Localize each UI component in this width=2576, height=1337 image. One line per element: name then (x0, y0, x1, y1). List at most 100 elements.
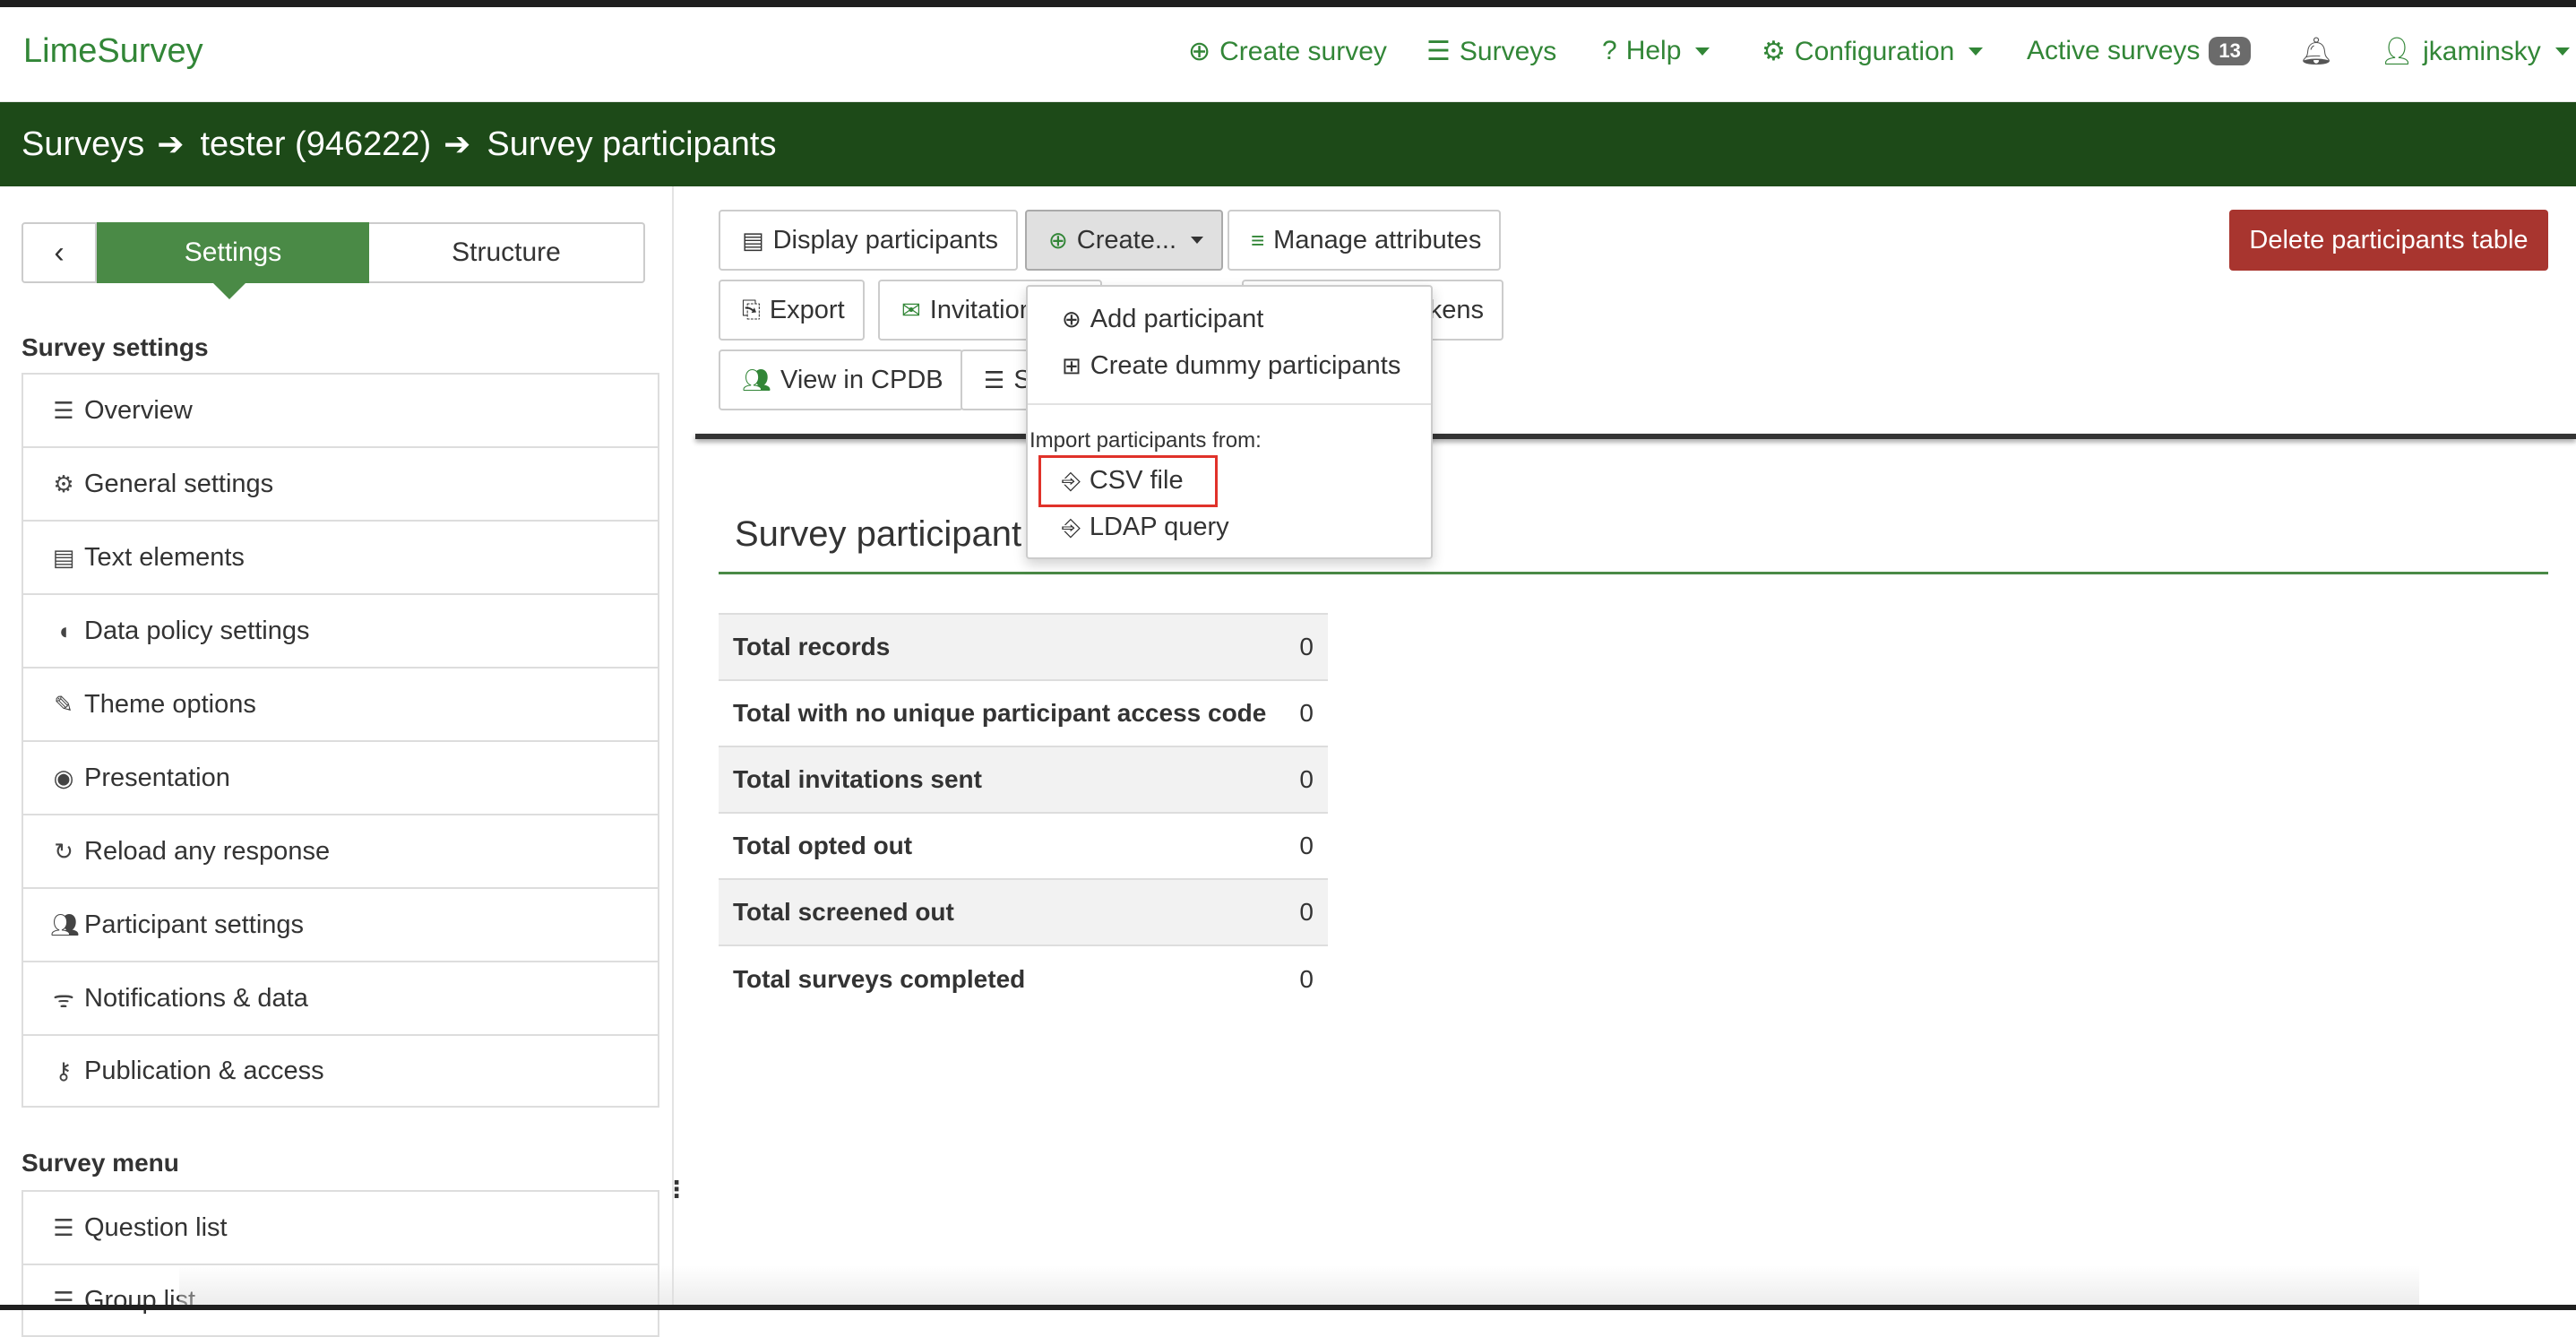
menu-item-import-ldap[interactable]: ⎆ LDAP query (1062, 513, 1229, 542)
nav-surveys-label: Surveys (1459, 36, 1557, 66)
row-value: 0 (1285, 679, 1328, 746)
sidebar-item-general-settings[interactable]: ⚙ General settings (22, 446, 659, 520)
sidebar-item-label: Text elements (84, 542, 245, 572)
sidebar-item-label: Data policy settings (84, 616, 310, 645)
nav-user-menu[interactable]: 👤︎ jkaminsky (2380, 36, 2570, 67)
delete-participants-table-button[interactable]: Delete participants table (2229, 210, 2548, 271)
sidebar: ‹ Settings Structure Survey settings ☰ Ov… (0, 186, 674, 1337)
nav-help[interactable]: ? Help (1602, 36, 1710, 66)
sidebar-item-overview[interactable]: ☰ Overview (22, 373, 659, 446)
window-bottom-strip (0, 1305, 2576, 1310)
row-label: Total screened out (719, 878, 1286, 945)
menu-item-create-dummy[interactable]: ⊞ Create dummy participants (1062, 351, 1400, 381)
sidebar-item-data-policy[interactable]: ◖ Data policy settings (22, 593, 659, 667)
display-participants-button[interactable]: ▤ Display participants (719, 210, 1019, 271)
sidebar-item-reload-response[interactable]: ↻ Reload any response (22, 814, 659, 887)
toolbar-divider (695, 434, 2576, 439)
tab-structure[interactable]: Structure (369, 222, 645, 283)
nav-configuration[interactable]: ⚙ Configuration (1762, 36, 1984, 67)
sidebar-item-question-list[interactable]: ☰ Question list (22, 1190, 659, 1264)
list-icon: ☰ (1426, 37, 1451, 66)
rss-icon: ᯤ (53, 986, 74, 1013)
menu-item-label: Create dummy participants (1090, 351, 1401, 380)
table-row: Total opted out 0 (719, 812, 1328, 879)
table-row: Total invitations sent 0 (719, 746, 1328, 813)
notifications-bell[interactable]: 🔔︎ (2299, 36, 2333, 67)
sidebar-item-presentation[interactable]: ◉ Presentation (22, 740, 659, 814)
tasks-icon: ≡ (1251, 226, 1265, 254)
survey-settings-list: ☰ Overview ⚙ General settings ▤ Text elemen… (22, 373, 659, 1108)
sidebar-item-label: Notifications & data (84, 983, 308, 1013)
sidebar-item-participant-settings[interactable]: 👥︎ Participant settings (22, 887, 659, 961)
breadcrumb-survey[interactable]: tester (946222) (200, 125, 431, 164)
sidebar-item-text-elements[interactable]: ▤ Text elements (22, 520, 659, 593)
row-value: 0 (1285, 746, 1328, 813)
breadcrumb-surveys[interactable]: Surveys (22, 125, 144, 164)
menu-item-add-participant[interactable]: ⊕ Add participant (1062, 305, 1263, 334)
create-dropdown-button[interactable]: ⊕ Create... (1025, 210, 1224, 271)
row-label: Total records (719, 613, 1286, 680)
list-icon: ☰ (53, 1213, 74, 1241)
menu-item-import-csv[interactable]: ⎆ CSV file (1062, 466, 1184, 496)
view-in-cpdb-button[interactable]: 👥︎ View in CPDB (719, 349, 963, 410)
menu-divider (1028, 403, 1431, 405)
sidebar-item-notifications[interactable]: ᯤ Notifications & data (22, 961, 659, 1034)
create-label: Create... (1076, 225, 1177, 254)
plus-circle-icon: ⊕ (1048, 226, 1068, 254)
nav-user-label: jkaminsky (2423, 36, 2541, 66)
export-button[interactable]: ⎘ Export (719, 280, 865, 341)
list-icon: ☰ (53, 396, 74, 424)
chevron-down-icon (2554, 47, 2570, 56)
view-in-cpdb-label: View in CPDB (780, 365, 943, 394)
list-icon: ☰ (984, 366, 1005, 393)
arrow-right-icon: ➔ (157, 125, 185, 162)
chevron-left-icon: ‹ (54, 235, 65, 270)
create-dropdown-menu: ⊕ Add participant ⊞ Create dummy partici… (1026, 285, 1433, 559)
manage-attributes-label: Manage attributes (1273, 225, 1482, 254)
breadcrumb: Surveys ➔ tester (946222) ➔ Survey parti… (0, 102, 2576, 186)
shield-icon: ◖ (56, 617, 71, 644)
table-row: Total surveys completed 0 (719, 945, 1328, 1012)
gears-icon: ⚙ (53, 470, 74, 497)
nav-surveys[interactable]: ☰ Surveys (1426, 36, 1556, 67)
breadcrumb-current: Survey participants (487, 125, 777, 163)
survey-settings-title: Survey settings (22, 333, 209, 361)
nav-active-surveys[interactable]: Active surveys 13 (2027, 36, 2251, 66)
list-alt-icon: ▤ (742, 226, 764, 254)
sidebar-item-label: Participant settings (84, 910, 305, 939)
tokens-label: kens (1428, 295, 1484, 324)
tab-settings[interactable]: Settings (97, 222, 369, 299)
chevron-down-icon (1969, 47, 1984, 56)
sidebar-resize-handle[interactable]: ⋮ (665, 1176, 688, 1203)
page-title: Survey participant (735, 514, 1022, 554)
export-label: Export (769, 295, 845, 324)
active-surveys-count-badge: 13 (2209, 37, 2251, 65)
nav-create-survey-label: Create survey (1219, 36, 1387, 66)
sidebar-item-publication[interactable]: ⚷ Publication & access (22, 1034, 659, 1108)
chevron-down-icon (1191, 237, 1204, 244)
plus-square-icon: ⊞ (1062, 352, 1081, 379)
file-text-icon: ▤ (52, 543, 75, 571)
survey-menu-list: ☰ Question list ☰ Group list (22, 1190, 659, 1337)
users-icon: 👥︎ (742, 366, 772, 393)
display-participants-label: Display participants (772, 225, 999, 254)
nav-create-survey[interactable]: ⊕ Create survey (1188, 36, 1387, 67)
window-top-strip (0, 0, 2576, 7)
brand-logo[interactable]: LimeSurvey (23, 32, 203, 71)
sidebar-item-label: Presentation (84, 763, 230, 792)
sidebar-item-theme-options[interactable]: ✎ Theme options (22, 667, 659, 740)
row-label: Total with no unique participant access … (719, 679, 1286, 746)
bell-icon: 🔔︎ (2299, 37, 2334, 66)
nav-active-surveys-label: Active surveys (2027, 36, 2201, 65)
gears-icon: ⚙ (1762, 37, 1786, 66)
sidebar-item-label: Reload any response (84, 836, 331, 866)
plus-circle-icon: ⊕ (1062, 306, 1081, 332)
import-icon: ⎆ (1062, 466, 1081, 494)
manage-attributes-button[interactable]: ≡ Manage attributes (1228, 210, 1502, 271)
invitations-label: Invitation (929, 295, 1034, 324)
survey-menu-title: Survey menu (22, 1149, 179, 1177)
sidebar-tabs: ‹ Settings Structure (22, 222, 645, 299)
bottom-fade (179, 1265, 2419, 1310)
export-icon: ⎘ (742, 296, 761, 323)
collapse-sidebar-button[interactable]: ‹ (22, 222, 97, 283)
